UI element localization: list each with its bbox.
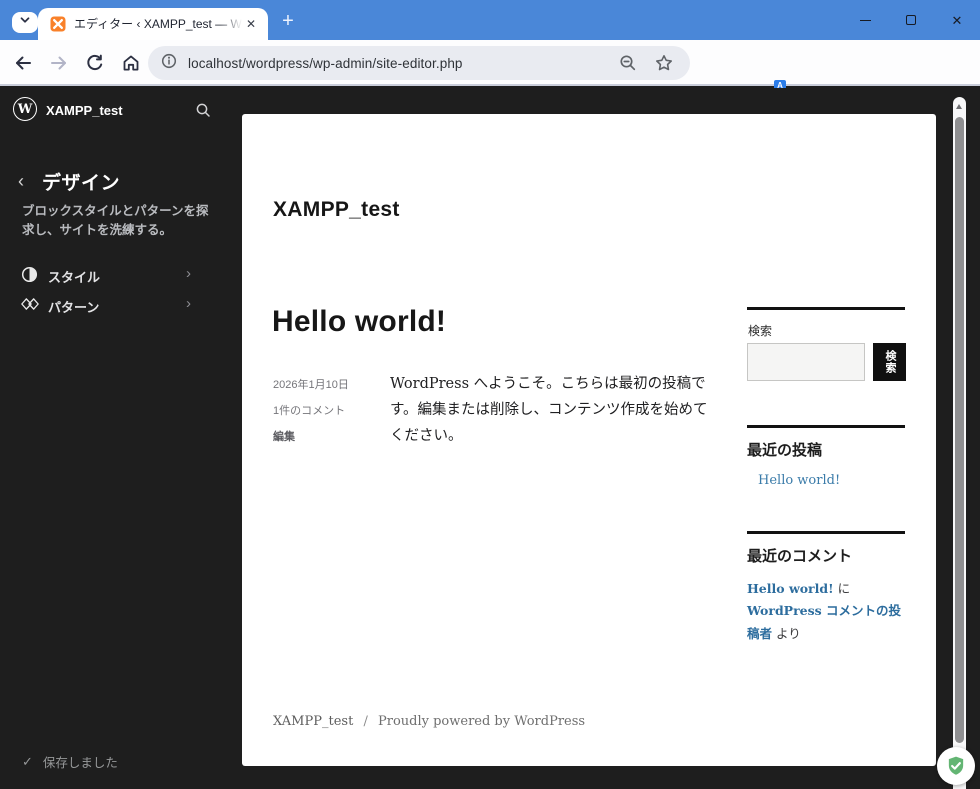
site-title[interactable]: XAMPP_test xyxy=(273,198,400,222)
post-date[interactable]: 2026年1月10日 xyxy=(273,376,393,392)
design-nav-title: デザイン xyxy=(42,173,121,194)
canvas-scrollbar[interactable] xyxy=(953,97,966,789)
footer-credit-link[interactable]: Proudly powered by WordPress xyxy=(378,714,585,729)
forward-button[interactable] xyxy=(46,50,72,76)
site-footer: XAMPP_test / Proudly powered by WordPres… xyxy=(273,714,585,729)
scroll-up-arrow-icon[interactable] xyxy=(956,104,962,109)
post-content: WordPress へようこそ。こちらは最初の投稿です。編集または削除し、コンテ… xyxy=(390,376,708,444)
chevron-right-icon: › xyxy=(186,265,191,282)
minimize-icon xyxy=(859,19,871,21)
widget-divider xyxy=(747,307,905,310)
close-icon: ✕ xyxy=(951,12,963,28)
recent-post-link[interactable]: Hello world! xyxy=(758,473,840,488)
zoom-out-icon[interactable] xyxy=(618,53,638,73)
search-input[interactable] xyxy=(747,343,865,381)
search-widget-label: 検索 xyxy=(748,324,773,338)
tab-close-icon[interactable]: ✕ xyxy=(242,15,260,33)
browser-window: エディター ‹ XAMPP_test — WordP ✕ + ✕ localho xyxy=(0,0,980,789)
new-tab-button[interactable]: + xyxy=(276,9,300,33)
search-submit-button[interactable]: 検索 xyxy=(873,343,906,381)
reload-icon xyxy=(87,54,103,71)
post-comments-link[interactable]: 1件のコメント xyxy=(273,402,393,418)
site-editor: W XAMPP_test ‹ デザイン ブロックスタイルとパターンを探求し、サイ… xyxy=(0,88,980,789)
bookmark-star-icon[interactable] xyxy=(654,53,674,73)
sidebar-item-label: パターン xyxy=(48,300,100,315)
browser-tab[interactable]: エディター ‹ XAMPP_test — WordP ✕ xyxy=(38,8,268,40)
sidebar-item-patterns[interactable]: パターン › xyxy=(0,290,228,320)
tab-title: エディター ‹ XAMPP_test — WordP xyxy=(74,16,242,32)
patterns-icon xyxy=(21,296,39,313)
maximize-button[interactable] xyxy=(888,0,934,40)
tab-strip: エディター ‹ XAMPP_test — WordP ✕ + ✕ xyxy=(0,0,980,40)
tab-search-button[interactable] xyxy=(12,12,38,33)
design-back-nav[interactable]: ‹ デザイン xyxy=(18,168,120,195)
home-icon xyxy=(123,55,139,71)
adguard-floating-badge[interactable] xyxy=(937,747,975,785)
recent-posts-heading: 最近の投稿 xyxy=(747,441,823,459)
chevron-left-icon: ‹ xyxy=(18,171,24,191)
widget-divider xyxy=(747,531,905,534)
back-arrow-icon xyxy=(16,56,31,70)
home-button[interactable] xyxy=(118,50,144,76)
design-description: ブロックスタイルとパターンを探求し、サイトを洗練する。 xyxy=(22,204,209,237)
site-info-icon[interactable] xyxy=(160,52,178,75)
maximize-icon xyxy=(906,15,916,25)
sidebar-item-label: スタイル xyxy=(48,270,101,285)
sidebar-search-icon[interactable] xyxy=(195,102,211,118)
reload-button[interactable] xyxy=(82,50,108,76)
chevron-down-icon xyxy=(18,13,32,32)
comment-text: より xyxy=(772,625,801,641)
check-icon: ✓ xyxy=(22,753,33,769)
sidebar-item-styles[interactable]: スタイル › xyxy=(0,260,228,290)
sidebar-site-name[interactable]: XAMPP_test xyxy=(46,103,123,118)
site-preview-canvas[interactable]: XAMPP_test Hello world! 2026年1月10日 1件のコメ… xyxy=(242,114,936,766)
styles-icon xyxy=(21,266,38,283)
save-status: ✓ 保存しました xyxy=(22,752,118,771)
comment-post-link[interactable]: Hello world! xyxy=(747,581,834,596)
widget-divider xyxy=(747,425,905,428)
url-text[interactable]: localhost/wordpress/wp-admin/site-editor… xyxy=(188,56,463,71)
minimize-button[interactable] xyxy=(842,0,888,40)
footer-site-link[interactable]: XAMPP_test xyxy=(273,714,353,729)
recent-comments-heading: 最近のコメント xyxy=(747,547,853,565)
xampp-favicon-icon xyxy=(50,16,66,32)
recent-comment-entry: Hello world! に WordPress コメントの投稿者 より xyxy=(747,578,905,645)
footer-separator: / xyxy=(363,714,368,729)
forward-arrow-icon xyxy=(51,56,66,70)
save-status-label: 保存しました xyxy=(42,756,118,770)
back-button[interactable] xyxy=(10,50,36,76)
scrollbar-thumb[interactable] xyxy=(955,117,964,743)
browser-toolbar: localhost/wordpress/wp-admin/site-editor… xyxy=(0,40,980,117)
window-controls: ✕ xyxy=(842,0,980,40)
shield-check-icon xyxy=(948,756,964,775)
chevron-right-icon: › xyxy=(186,295,191,312)
close-button[interactable]: ✕ xyxy=(934,0,980,40)
wordpress-logo[interactable]: W xyxy=(13,97,37,121)
comment-text: に xyxy=(833,581,851,596)
post-edit-link[interactable]: 編集 xyxy=(273,428,393,444)
address-bar[interactable]: localhost/wordpress/wp-admin/site-editor… xyxy=(148,46,690,80)
post-title[interactable]: Hello world! xyxy=(272,305,446,339)
comment-author-link[interactable]: WordPress コメントの投稿者 xyxy=(747,603,901,640)
post-meta: 2026年1月10日 1件のコメント 編集 xyxy=(273,376,393,454)
